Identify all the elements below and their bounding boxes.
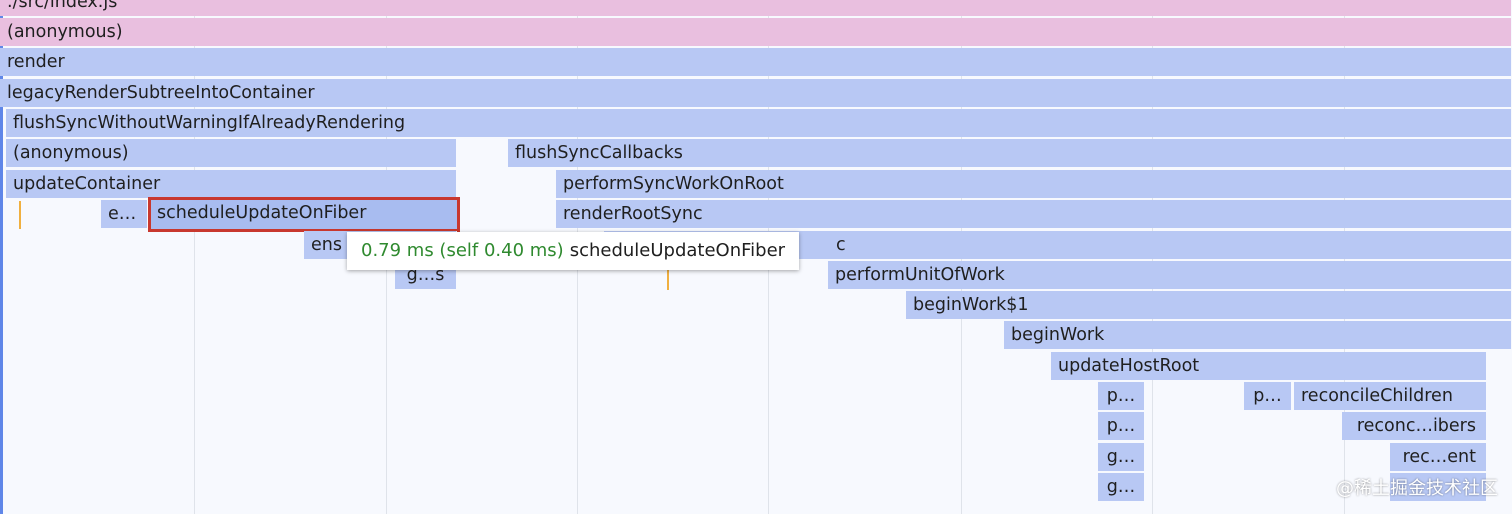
call-frame-legacy-render-subtree[interactable]: legacyRenderSubtreeIntoContainer: [0, 79, 1512, 107]
call-frame-collapsed[interactable]: p…: [1098, 412, 1145, 440]
call-frame-schedule-update-on-fiber[interactable]: scheduleUpdateOnFiber: [148, 197, 460, 232]
timeline-gridline: [194, 0, 195, 514]
left-edge-marker: [0, 0, 3, 514]
call-frame-begin-work-1[interactable]: beginWork$1: [906, 291, 1512, 319]
call-frame-reconcile-child-fibers[interactable]: reconc…ibers: [1342, 412, 1487, 440]
call-frame-perform-unit-of-work[interactable]: performUnitOfWork: [828, 261, 1512, 289]
call-frame-update-host-root[interactable]: updateHostRoot: [1051, 352, 1487, 380]
tooltip-duration: 0.79 ms (self 0.40 ms): [361, 240, 564, 261]
watermark: @稀土掘金技术社区: [1336, 478, 1498, 499]
call-frame-index-js[interactable]: ./src/index.js: [0, 0, 1512, 16]
call-frame-tooltip: 0.79 ms (self 0.40 ms) scheduleUpdateOnFi…: [347, 232, 800, 270]
call-frame-collapsed[interactable]: g…: [1098, 443, 1145, 471]
call-frame-collapsed[interactable]: e…: [101, 200, 148, 228]
call-frame-render[interactable]: render: [0, 48, 1512, 76]
call-frame-collapsed[interactable]: p…: [1244, 382, 1292, 410]
call-frame-collapsed[interactable]: p…: [1098, 382, 1145, 410]
tooltip-function-name: scheduleUpdateOnFiber: [569, 240, 786, 261]
call-frame-reconcile-children[interactable]: reconcileChildren: [1294, 382, 1487, 410]
call-frame-update-container[interactable]: updateContainer: [6, 170, 457, 198]
call-frame-reconcile-single-element[interactable]: rec…ent: [1390, 443, 1487, 471]
call-frame-flush-sync-callbacks[interactable]: flushSyncCallbacks: [508, 139, 1512, 167]
call-frame-anonymous[interactable]: (anonymous): [0, 18, 1512, 46]
call-frame-perform-sync-work-on-root[interactable]: performSyncWorkOnRoot: [556, 170, 1512, 198]
call-frame-collapsed[interactable]: g…: [1098, 473, 1145, 501]
call-frame-anonymous[interactable]: (anonymous): [6, 139, 457, 167]
call-frame-begin-work[interactable]: beginWork: [1004, 321, 1512, 349]
event-marker: [19, 201, 21, 229]
call-frame-render-root-sync[interactable]: renderRootSync: [556, 200, 1512, 228]
call-frame-flush-sync-without-warning[interactable]: flushSyncWithoutWarningIfAlreadyRenderin…: [6, 109, 1512, 137]
